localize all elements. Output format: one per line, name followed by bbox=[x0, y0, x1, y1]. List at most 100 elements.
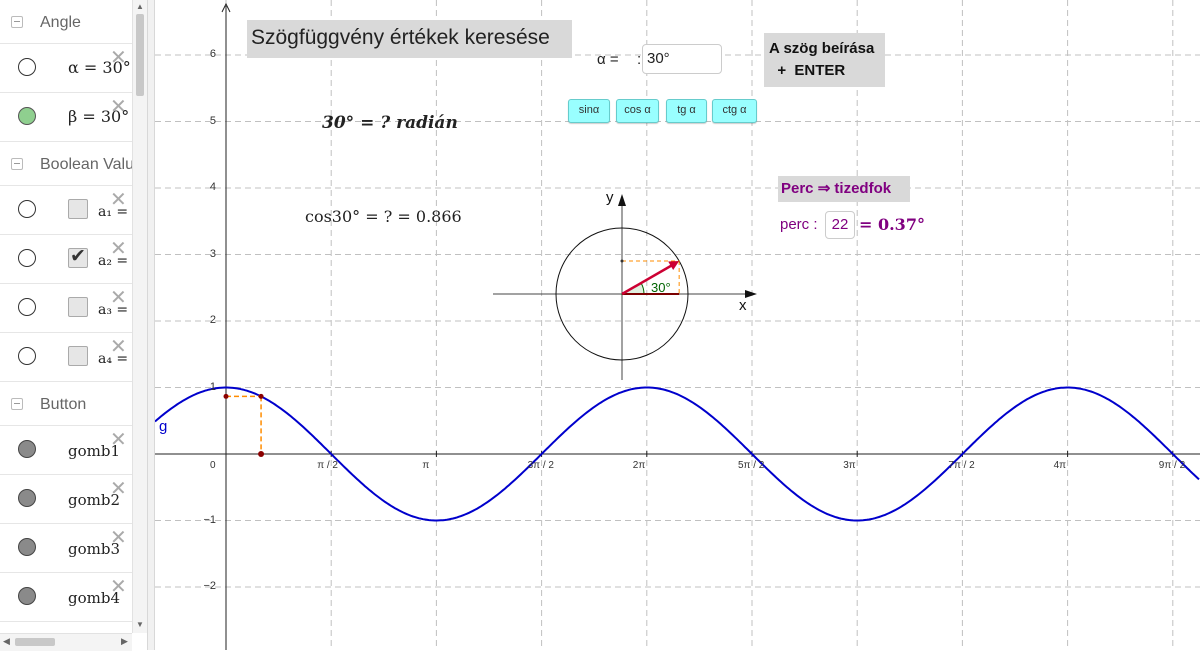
visibility-marble[interactable] bbox=[18, 440, 36, 458]
scroll-right-icon[interactable]: ▶ bbox=[121, 636, 128, 647]
perc-input[interactable]: 22 bbox=[825, 211, 855, 239]
checkbox-a4[interactable] bbox=[68, 346, 88, 366]
checkbox-a1[interactable] bbox=[68, 199, 88, 219]
algebra-row-a2[interactable]: ✔ a₂ = ✕ bbox=[0, 235, 132, 284]
alpha-input[interactable]: 30° bbox=[642, 44, 722, 74]
visibility-marble[interactable] bbox=[18, 200, 36, 218]
guide-point bbox=[258, 451, 265, 457]
y-tick-label: 4 bbox=[209, 181, 216, 193]
algebra-row-alpha[interactable]: α = 30° ✕ bbox=[0, 44, 132, 93]
guide-point bbox=[223, 393, 229, 399]
x-tick-label: 7π / 2 bbox=[948, 460, 975, 471]
alpha-label: α = bbox=[597, 51, 619, 68]
y-tick-label: −2 bbox=[203, 580, 216, 592]
x-tick-label: 9π / 2 bbox=[1158, 460, 1186, 471]
algebra-view: Angle α = 30° ✕ β = 30° ✕ Boolean Valu a… bbox=[0, 0, 132, 633]
delete-icon[interactable]: ✕ bbox=[110, 288, 127, 308]
delete-icon[interactable]: ✕ bbox=[110, 48, 127, 68]
algebra-row-gomb4[interactable]: gomb4 ✕ bbox=[0, 573, 132, 622]
algebra-row-a3[interactable]: a₃ = ✕ bbox=[0, 284, 132, 333]
visibility-marble[interactable] bbox=[18, 347, 36, 365]
unit-circle-x-label: x bbox=[739, 297, 747, 314]
delete-icon[interactable]: ✕ bbox=[110, 97, 127, 117]
page-title: Szögfüggvény értékek keresése bbox=[247, 20, 572, 58]
scroll-left-icon[interactable]: ◀ bbox=[3, 636, 10, 647]
scrollbar-thumb[interactable] bbox=[15, 638, 55, 646]
checkbox-a2[interactable]: ✔ bbox=[68, 246, 88, 268]
sidebar-vertical-scrollbar[interactable]: ▲ ▼ bbox=[132, 0, 148, 633]
visibility-marble[interactable] bbox=[18, 587, 36, 605]
algebra-row-gomb2[interactable]: gomb2 ✕ bbox=[0, 475, 132, 524]
tg-button[interactable]: tg α bbox=[666, 99, 707, 123]
y-tick-label: 5 bbox=[209, 114, 216, 127]
sin-button[interactable]: sinα bbox=[568, 99, 610, 123]
x-tick-label: 3π / 2 bbox=[527, 460, 554, 471]
algebra-row-gomb3[interactable]: gomb3 ✕ bbox=[0, 524, 132, 573]
checkmark-icon: ✔ bbox=[70, 246, 86, 267]
alpha-colon: : bbox=[637, 51, 642, 68]
category-label: Button bbox=[40, 396, 87, 413]
curve-label: g bbox=[159, 418, 168, 435]
algebra-row-a1[interactable]: a₁ = ✕ bbox=[0, 186, 132, 235]
algebra-row-gomb1[interactable]: gomb1 ✕ bbox=[0, 426, 132, 475]
delete-icon[interactable]: ✕ bbox=[110, 577, 127, 597]
visibility-marble[interactable] bbox=[18, 107, 36, 125]
collapse-icon[interactable] bbox=[11, 16, 23, 28]
x-tick-label: π bbox=[422, 460, 430, 471]
scrollbar-thumb[interactable] bbox=[136, 14, 144, 96]
view-splitter[interactable] bbox=[147, 0, 155, 650]
ctg-button[interactable]: ctg α bbox=[712, 99, 757, 123]
unit-circle-point bbox=[620, 259, 624, 263]
unit-circle-group bbox=[493, 194, 757, 380]
y-tick-label: 6 bbox=[209, 48, 216, 60]
category-button-header[interactable]: Button bbox=[0, 382, 132, 426]
unit-circle-y-label: y bbox=[606, 189, 614, 206]
delete-icon[interactable]: ✕ bbox=[110, 528, 127, 548]
x-tick-label: 5π / 2 bbox=[738, 460, 765, 471]
cos-button[interactable]: cos α bbox=[616, 99, 659, 123]
scroll-down-icon[interactable]: ▼ bbox=[136, 620, 144, 629]
delete-icon[interactable]: ✕ bbox=[110, 337, 127, 357]
visibility-marble[interactable] bbox=[18, 249, 36, 267]
x-tick-label: π / 2 bbox=[317, 460, 338, 471]
x-tick-label: 0 bbox=[210, 460, 216, 471]
visibility-marble[interactable] bbox=[18, 298, 36, 316]
delete-icon[interactable]: ✕ bbox=[110, 430, 127, 450]
x-tick-label: 2π bbox=[632, 460, 646, 471]
category-label: Angle bbox=[40, 14, 81, 31]
y-tick-label: 3 bbox=[209, 247, 216, 260]
hint-line-2: + ENTER bbox=[769, 62, 846, 79]
grid-lines bbox=[155, 0, 1200, 650]
unit-circle-y-arrow bbox=[618, 194, 626, 206]
category-boolean-header[interactable]: Boolean Valu bbox=[0, 142, 132, 186]
sidebar-horizontal-scrollbar[interactable]: ◀ ▶ bbox=[0, 633, 132, 651]
visibility-marble[interactable] bbox=[18, 538, 36, 556]
collapse-icon[interactable] bbox=[11, 158, 23, 170]
category-label: Boolean Valu bbox=[40, 156, 132, 173]
perc-label: perc : bbox=[780, 216, 818, 233]
cos-formula: cos30° = ? = 0.866 bbox=[305, 207, 462, 226]
algebra-row-beta[interactable]: β = 30° ✕ bbox=[0, 93, 132, 142]
visibility-marble[interactable] bbox=[18, 58, 36, 76]
scroll-up-icon[interactable]: ▲ bbox=[136, 2, 144, 11]
x-tick-label: 4π bbox=[1053, 460, 1067, 471]
algebra-row-a4[interactable]: a₄ = ✕ bbox=[0, 333, 132, 382]
collapse-icon[interactable] bbox=[11, 398, 23, 410]
y-tick-label: 1 bbox=[209, 380, 216, 393]
visibility-marble[interactable] bbox=[18, 489, 36, 507]
checkbox-a3[interactable] bbox=[68, 297, 88, 317]
perc-title: Perc ⇒ tizedfok bbox=[778, 176, 910, 202]
x-tick-label: 3π bbox=[843, 460, 856, 471]
enter-hint-box: A szög beírása + ENTER bbox=[764, 33, 885, 87]
y-tick-label: −1 bbox=[203, 513, 216, 526]
plot-canvas[interactable] bbox=[155, 0, 1200, 650]
delete-icon[interactable]: ✕ bbox=[110, 190, 127, 210]
perc-result: = 0.37° bbox=[859, 215, 925, 234]
category-angle-header[interactable]: Angle bbox=[0, 0, 132, 44]
delete-icon[interactable]: ✕ bbox=[110, 479, 127, 499]
graphics-view[interactable]: 6 5 4 3 2 1 −1 −2 0 π / 2 π 3π / 2 2π 5π / 2 3π 7π / 2… bbox=[155, 0, 1200, 650]
delete-icon[interactable]: ✕ bbox=[110, 239, 127, 259]
guide-point bbox=[258, 393, 264, 399]
angle-label: 30° bbox=[651, 280, 671, 295]
hint-line-1: A szög beírása bbox=[769, 40, 875, 57]
